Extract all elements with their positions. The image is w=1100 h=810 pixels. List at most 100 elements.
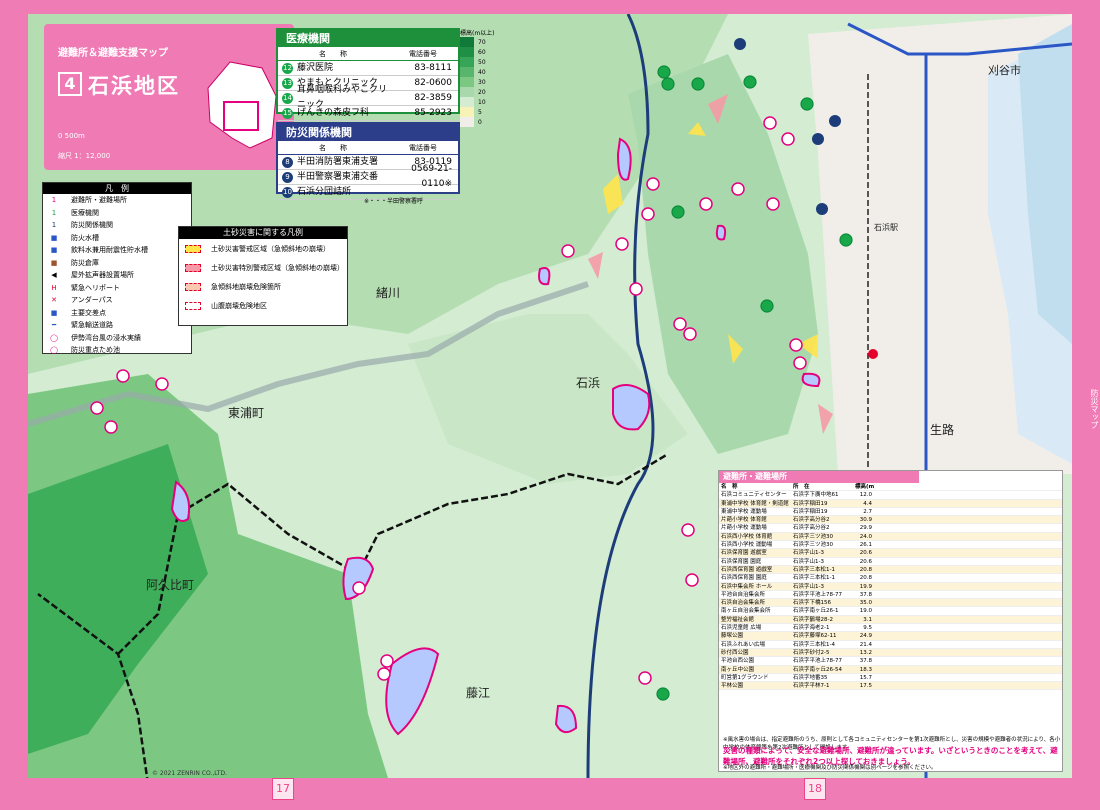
legend-symbol: ◯ — [50, 333, 58, 342]
shelter-row: 石浜保育園 遊戯室 石浜字山1-3 20.6 — [719, 549, 1062, 558]
legend-label: 防災重点ため池 — [71, 346, 120, 355]
shelter-row: 片葩小学校 体育館 石浜字高分谷2 30.9 — [719, 516, 1062, 525]
row-number: 9 — [282, 171, 293, 183]
legend-item: H 緊急ヘリポート — [43, 282, 191, 295]
elevation-level: 30 — [460, 77, 506, 87]
elevation-rows: 70 60 50 40 30 20 10 5 0 — [460, 37, 506, 127]
shelter-row: 石浜児童館 広場 石浜字海老2-1 9.5 — [719, 624, 1062, 633]
elevation-value: 20 — [478, 88, 486, 96]
elevation-value: 50 — [478, 58, 486, 66]
shelter-address: 石浜字南ヶ丘26-1 — [793, 608, 839, 615]
shelter-address: 石浜字三ツ池30 — [793, 542, 833, 549]
elevation-level: 20 — [460, 87, 506, 97]
shelter-row: 石浜保育園 園庭 石浜字山1-3 20.6 — [719, 558, 1062, 566]
legend-label: 主要交差点 — [71, 308, 106, 317]
shelter-address: 石浜字山1-3 — [793, 550, 824, 557]
row-name: 藤沢医院 — [297, 62, 334, 73]
medical-col-name: 名 称 — [319, 50, 347, 58]
legend-symbol: ◀ — [51, 271, 57, 280]
agency-rows: 8 半田消防署東浦支署 83-0119 9 半田警察署東浦交番 0569-21-0110※… — [278, 155, 458, 200]
table-row: 12 藤沢医院 83-8111 — [278, 61, 458, 76]
shelter-name: 石浜コミュニティセンター — [721, 492, 787, 499]
shelter-elevation: 13.2 — [859, 649, 872, 656]
shelter-address: 石浜字高分谷2 — [793, 517, 830, 524]
shelter-name: 平池台西公園 — [721, 658, 755, 665]
shelter-elevation: 20.8 — [859, 566, 872, 573]
agency-col-name: 名 称 — [319, 144, 347, 152]
shelter-name: 町営第1グラウンド — [721, 674, 769, 681]
table-row: 9 半田警察署東浦交番 0569-21-0110※ — [278, 164, 458, 189]
row-number: 13 — [282, 77, 293, 89]
legend-symbol: ◯ — [50, 346, 58, 355]
shelter-name: 石浜保育園 遊戯室 — [721, 550, 767, 557]
elevation-level: 60 — [460, 47, 506, 57]
table-row: 14 耳鼻咽喉科みやこクリニック 82-3859 — [278, 85, 458, 110]
shelter-row: 石浜中集会所 ホール 石浜字山1-3 19.9 — [719, 582, 1062, 591]
disaster-legend-rows: 土砂災害警戒区域（急傾斜地の崩壊） 土砂災害特別警戒区域（急傾斜地の崩壊） 急傾斜地… — [179, 239, 347, 315]
legend-item: 1 避難所・避難場所 — [43, 194, 191, 207]
disaster-legend-label: 急傾斜地崩壊危険箇所 — [211, 282, 281, 291]
legend-label: アンダーパス — [71, 296, 113, 305]
shelter-row: 片葩小学校 運動場 石浜字高分谷2 29.9 — [719, 524, 1062, 533]
legend-title: 凡 例 — [43, 183, 191, 194]
legend-item: ✕ アンダーパス — [43, 294, 191, 307]
map-legend: 凡 例 1 避難所・避難場所 1 医療機関 1 防災関係機関 ■ 防火水槽 ■ 飲料水兼用耐震性貯… — [42, 182, 192, 354]
shelter-elevation: 2.7 — [863, 508, 872, 515]
row-phone: 83-8111 — [414, 62, 452, 73]
shelter-table: 避難所・避難場所 名 称 所 在 標高(m) 石浜コミュニティセンター 石浜字下廣… — [718, 470, 1063, 772]
copyright: © 2021 ZENRIN CO.,LTD. — [152, 770, 227, 777]
row-number: 14 — [282, 92, 293, 104]
locator-map — [207, 61, 277, 149]
shelter-name: 整労福祉会館 — [721, 616, 755, 623]
shelter-row: 石浜西保育園 遊戯室 石浜字三本松1-1 20.8 — [719, 565, 1062, 575]
elevation-swatch — [460, 107, 474, 117]
shelter-rows: 石浜コミュニティセンター 石浜字下廣中地61 12.0 東浦中学校 体育館・剣道館 石浜… — [719, 491, 1062, 691]
legend-item: ◯ 防災重点ため池 — [43, 344, 191, 357]
row-name: 半田消防署東浦支署 — [297, 156, 379, 167]
shelter-name: 石浜西保育園 遊戯室 — [721, 566, 773, 573]
shelter-address: 石浜字海老2-1 — [793, 625, 830, 632]
disaster-legend-label: 土砂災害警戒区域（急傾斜地の崩壊） — [211, 244, 330, 253]
shelter-row: 石浜西保育園 園庭 石浜字三本松1-1 20.8 — [719, 574, 1062, 583]
elevation-swatch — [460, 47, 474, 57]
legend-item: ■ 主要交差点 — [43, 307, 191, 320]
shelter-address: 石浜字地番35 — [793, 674, 828, 681]
elevation-swatch — [460, 77, 474, 87]
shelter-address: 石浜字下橋156 — [793, 600, 831, 607]
row-number: 8 — [282, 156, 293, 168]
place-label-kariya: 刈谷市 — [988, 64, 1021, 77]
shelter-name: 南ヶ丘中公園 — [721, 666, 755, 673]
shelter-elevation: 9.5 — [863, 625, 872, 632]
shelter-address: 石浜字南ヶ丘26-54 — [793, 666, 842, 673]
shelter-elevation: 19.0 — [859, 608, 872, 615]
legend-label: 飲料水兼用耐震性貯水槽 — [71, 246, 148, 255]
disaster-legend-item: 急傾斜地崩壊危険箇所 — [179, 277, 347, 296]
shelter-row: 藤塚公園 石浜字藤塚62-11 24.9 — [719, 632, 1062, 641]
legend-item: ■ 飲料水兼用耐震性貯水槽 — [43, 244, 191, 257]
elevation-swatch — [460, 57, 474, 67]
shelter-elevation: 24.0 — [859, 533, 872, 540]
place-label-fujie: 藤江 — [466, 686, 491, 700]
row-phone: 82-0600 — [414, 77, 452, 88]
table-row: 15 げんきの森皮フ科 85-2923 — [278, 106, 458, 121]
area-number: 4 — [58, 72, 82, 96]
shelter-name: 石浜西小学校 運動場 — [721, 542, 773, 549]
legend-symbol: ■ — [50, 308, 58, 317]
shelter-elevation: 29.9 — [859, 525, 872, 532]
shelter-elevation: 30.9 — [859, 517, 872, 524]
shelter-name: 石浜西保育園 園庭 — [721, 575, 767, 582]
row-number: 15 — [282, 107, 293, 119]
shelter-row: 平林公園 石浜字平林7-1 17.5 — [719, 682, 1062, 691]
shelter-elevation: 19.9 — [859, 583, 872, 590]
shelter-name: 石浜児童館 広場 — [721, 625, 762, 632]
elevation-level: 40 — [460, 67, 506, 77]
elevation-value: 30 — [478, 78, 486, 86]
shelter-row: 平池台西公園 石浜字平池上78-77 37.8 — [719, 657, 1062, 666]
medical-table: 医療機関 名 称電話番号 12 藤沢医院 83-8111 13 やまもとクリニック 82-… — [276, 28, 460, 121]
shelter-name: 平林公園 — [721, 683, 744, 690]
shelter-address: 石浜字平林7-1 — [793, 683, 830, 690]
legend-symbol: H — [51, 283, 57, 292]
shelter-row: 東浦中学校 体育館・剣道館 石浜字稲田19 4.4 — [719, 499, 1062, 508]
elevation-level: 70 — [460, 37, 506, 47]
disaster-legend-label: 土砂災害特別警戒区域（急傾斜地の崩壊） — [211, 263, 344, 272]
